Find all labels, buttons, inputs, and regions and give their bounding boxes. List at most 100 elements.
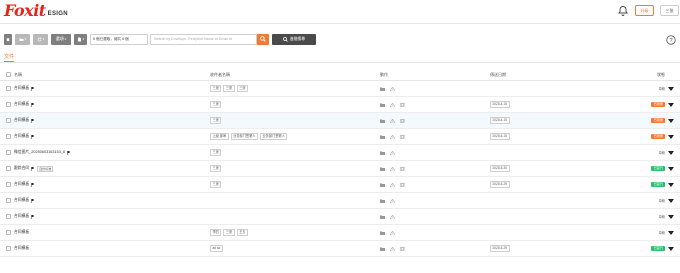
table-row[interactable]: 跟踪合同 四份标准 三张 2025-5-30 已簽行	[0, 161, 680, 177]
document-name-cell[interactable]: 合同模板	[14, 209, 35, 224]
table-row[interactable]: 合同模板 三张 2025-5-29 已簽行	[0, 177, 680, 193]
bell-icon[interactable]	[617, 5, 629, 17]
header-status[interactable]: 狀態	[640, 69, 665, 80]
export-button[interactable]: ▾	[74, 33, 87, 45]
folder-icon[interactable]	[380, 183, 385, 187]
document-name[interactable]: 合同模板	[14, 198, 29, 203]
flag-icon[interactable]	[31, 198, 35, 203]
row-menu-dropdown[interactable]	[668, 145, 674, 160]
upgrade-button[interactable]: 升级	[635, 5, 654, 16]
folder-icon[interactable]	[380, 215, 385, 219]
refresh-button[interactable]: ▾	[33, 33, 48, 45]
document-name[interactable]: 合同模板	[14, 86, 29, 91]
document-name-cell[interactable]: 合同模板	[14, 129, 35, 144]
document-name-cell[interactable]: 合同模板	[14, 225, 29, 240]
document-name-cell[interactable]: 合同模板	[14, 113, 35, 128]
document-name[interactable]: 合同模板	[14, 246, 29, 251]
warning-icon[interactable]	[390, 134, 395, 139]
copy-icon[interactable]	[400, 134, 405, 139]
warning-icon[interactable]	[390, 150, 395, 155]
flag-icon[interactable]	[31, 86, 35, 91]
flag-icon[interactable]	[31, 102, 35, 107]
document-name-cell[interactable]: 微信图片_20250603163153_6	[14, 145, 71, 160]
advanced-search-button[interactable]: 進階搜尋	[272, 33, 316, 45]
row-checkbox[interactable]	[6, 214, 11, 219]
row-checkbox[interactable]	[6, 198, 11, 203]
search-button[interactable]	[257, 33, 269, 45]
document-name-cell[interactable]: 合同模板	[14, 81, 35, 96]
warning-icon[interactable]	[390, 86, 395, 91]
document-name-cell[interactable]: 合同模板	[14, 97, 35, 112]
warning-icon[interactable]	[390, 166, 395, 171]
header-name[interactable]: 名稱	[14, 69, 22, 80]
row-menu-dropdown[interactable]	[668, 129, 674, 144]
document-name[interactable]: 合同模板	[14, 230, 29, 235]
document-name[interactable]: 微信图片_20250603163153_6	[14, 150, 65, 155]
document-name[interactable]: 合同模板	[14, 118, 29, 123]
row-checkbox[interactable]	[6, 182, 11, 187]
row-checkbox[interactable]	[6, 86, 11, 91]
warning-icon[interactable]	[390, 118, 395, 123]
table-row[interactable]: 合同模板 草稿	[0, 193, 680, 209]
document-name-cell[interactable]: 合同模板	[14, 241, 29, 256]
user-menu-button[interactable]: 三张	[660, 5, 679, 16]
row-checkbox[interactable]	[6, 246, 11, 251]
header-recipients[interactable]: 收件者名稱	[210, 69, 230, 80]
folder-icon[interactable]	[380, 231, 385, 235]
document-name-cell[interactable]: 跟踪合同 四份标准	[14, 161, 54, 176]
copy-icon[interactable]	[400, 246, 405, 251]
folder-icon[interactable]	[380, 199, 385, 203]
table-row[interactable]: 微信图片_20250603163153_6 三张 草稿	[0, 145, 680, 161]
document-name-cell[interactable]: 合同模板	[14, 193, 35, 208]
row-menu-dropdown[interactable]	[668, 209, 674, 224]
document-name-cell[interactable]: 合同模板	[14, 177, 35, 192]
document-name[interactable]: 合同模板	[14, 214, 29, 219]
row-checkbox[interactable]	[6, 230, 11, 235]
table-row[interactable]: 合同模板 上級 部审 业务部门签署人 业务部门签署人 2025-5-15 已拒絕	[0, 129, 680, 145]
row-checkbox[interactable]	[6, 134, 11, 139]
tab-documents[interactable]: 文件	[4, 53, 14, 60]
warning-icon[interactable]	[390, 214, 395, 219]
table-row[interactable]: 合同模板 草稿	[0, 209, 680, 225]
copy-icon[interactable]	[400, 182, 405, 187]
header-sent-date[interactable]: 傳送日期	[490, 69, 506, 80]
folder-icon[interactable]	[380, 135, 385, 139]
selection-filter-select[interactable]: 6 個已選取，總共 6 個	[90, 33, 148, 45]
document-name[interactable]: 跟踪合同	[14, 166, 29, 171]
warning-icon[interactable]	[390, 182, 395, 187]
row-menu-dropdown[interactable]	[668, 241, 674, 256]
help-icon[interactable]: ?	[666, 35, 676, 45]
row-checkbox[interactable]	[6, 166, 11, 171]
folder-icon[interactable]	[380, 103, 385, 107]
options-dropdown-button[interactable]: 選項 ▾	[51, 33, 71, 45]
warning-icon[interactable]	[390, 198, 395, 203]
flag-icon[interactable]	[31, 118, 35, 123]
document-name[interactable]: 合同模板	[14, 102, 29, 107]
flag-icon[interactable]	[67, 150, 71, 155]
folder-icon[interactable]	[380, 151, 385, 155]
flag-icon[interactable]	[31, 214, 35, 219]
flag-icon[interactable]	[31, 166, 35, 171]
row-menu-dropdown[interactable]	[668, 225, 674, 240]
document-name[interactable]: 合同模板	[14, 134, 29, 139]
copy-icon[interactable]	[400, 118, 405, 123]
flag-icon[interactable]	[31, 134, 35, 139]
move-button[interactable]: ▾	[15, 33, 30, 45]
document-name[interactable]: 合同模板	[14, 182, 29, 187]
row-menu-dropdown[interactable]	[668, 113, 674, 128]
row-menu-dropdown[interactable]	[668, 161, 674, 176]
table-row[interactable]: 合同模板 三张 三张 三张 草稿	[0, 81, 680, 97]
search-input[interactable]: Search by Envelope, Recipient Name or Em…	[150, 33, 257, 45]
copy-icon[interactable]	[400, 166, 405, 171]
folder-icon[interactable]	[380, 87, 385, 91]
warning-icon[interactable]	[390, 246, 395, 251]
select-all-checkbox[interactable]	[6, 72, 11, 77]
row-checkbox[interactable]	[6, 102, 11, 107]
row-checkbox[interactable]	[6, 150, 11, 155]
warning-icon[interactable]	[390, 102, 395, 107]
table-row[interactable]: 合同模板 三张 2025-4-15 已拒絕	[0, 97, 680, 113]
table-row[interactable]: 合同模板 李四 三张 王五 草稿	[0, 225, 680, 241]
row-menu-dropdown[interactable]	[668, 177, 674, 192]
row-checkbox[interactable]	[6, 118, 11, 123]
row-menu-dropdown[interactable]	[668, 97, 674, 112]
